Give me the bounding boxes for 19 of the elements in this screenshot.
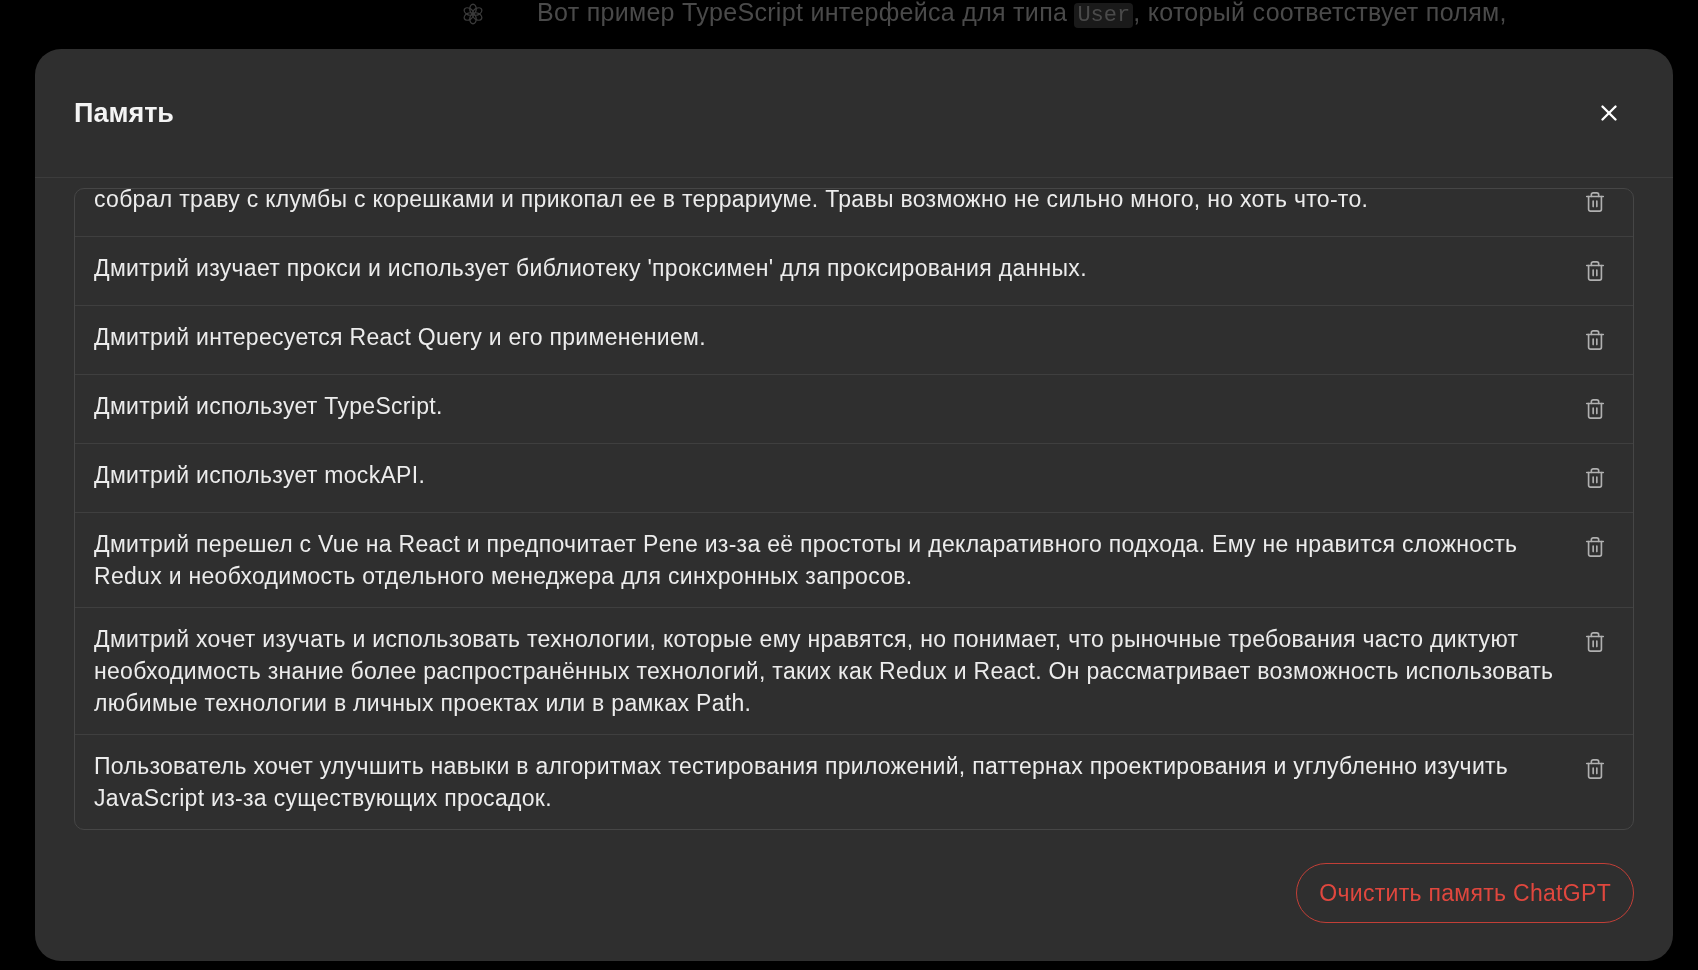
trash-icon xyxy=(1584,191,1606,213)
trash-icon xyxy=(1584,536,1606,558)
dialog-title: Память xyxy=(74,97,174,129)
trash-icon xyxy=(1584,758,1606,780)
memory-text: Дмитрий интересуется React Query и его применением. xyxy=(94,323,707,352)
trash-icon xyxy=(1584,260,1606,282)
trash-icon xyxy=(1584,398,1606,420)
clear-memory-button[interactable]: Очистить память ChatGPT xyxy=(1296,863,1634,923)
trash-icon xyxy=(1584,467,1606,489)
memory-text: Дмитрий использует mockAPI. xyxy=(94,461,427,490)
trash-icon xyxy=(1584,329,1606,351)
memory-text: Дмитрий перешел с Vue на React и предпочитает Pene из-за её простоты и декларативного подхода. Ему не нравится сложность Redux и необходимость отдельного менеджера для синхронных запросов. xyxy=(94,530,1519,591)
memory-text: Дмитрий хочет изучать и использовать технологии, которые ему нравятся, но понимает, что рыночные требования часто диктуют необходимость знание более распространённых технологий, таких как Redux и React. Он рассматривает возможность использовать любимые технологии в личных проектах или в рамках Path. xyxy=(94,625,1555,718)
memory-text: Дмитрий изучает прокси и использует библиотеку 'проксимен' для проксирования данных. xyxy=(94,254,1088,283)
memory-text: собрал траву с клумбы с корешками и прикопал ее в террариуме. Травы возможно не сильно много, но хоть что-то. xyxy=(94,189,1370,214)
knot-icon xyxy=(461,2,485,26)
trash-icon xyxy=(1584,631,1606,653)
memory-text: Дмитрий использует TypeScript. xyxy=(94,392,444,421)
memory-text: Пользователь хочет улучшить навыки в алгоритмах тестирования приложений, паттернах проектирования и углубленно изучить JavaScript из-за существующих просадок. xyxy=(94,752,1510,813)
